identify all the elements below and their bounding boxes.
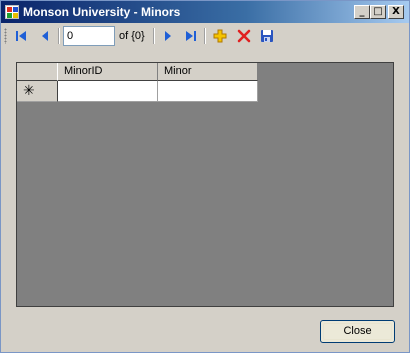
new-row-minor-id-cell[interactable]	[58, 81, 158, 102]
move-next-button[interactable]	[159, 27, 177, 45]
move-previous-button[interactable]	[36, 27, 54, 45]
move-last-button[interactable]	[182, 27, 200, 45]
toolbar-separator	[204, 28, 206, 44]
toolbar-separator	[153, 28, 155, 44]
add-new-button[interactable]	[211, 27, 229, 45]
close-button[interactable]: Close	[320, 320, 395, 343]
minimize-icon: _	[359, 6, 365, 17]
grid-corner-header[interactable]	[17, 63, 58, 81]
window-title: Monson University - Minors	[23, 5, 181, 19]
close-window-button[interactable]: X	[388, 5, 404, 19]
count-label: of {0}	[119, 30, 145, 42]
move-next-icon	[165, 31, 171, 41]
delete-button[interactable]	[235, 27, 253, 45]
app-window: Monson University - Minors _ □ X of {0}	[0, 0, 410, 353]
new-row-icon: ✳	[23, 82, 35, 98]
move-first-icon	[16, 31, 26, 41]
close-icon: X	[392, 6, 400, 17]
maximize-icon: □	[373, 6, 383, 17]
column-header-minor-id[interactable]: MinorID	[58, 63, 158, 81]
minimize-button[interactable]: _	[354, 5, 370, 19]
minors-data-grid[interactable]: MinorID Minor ✳	[16, 62, 394, 307]
position-input[interactable]	[63, 26, 115, 46]
move-last-icon	[186, 31, 196, 41]
binding-navigator-toolbar: of {0}	[2, 24, 408, 48]
new-row-minor-cell[interactable]	[158, 81, 258, 102]
move-previous-icon	[42, 31, 48, 41]
save-icon	[261, 30, 273, 42]
close-button-label: Close	[343, 325, 372, 337]
app-icon[interactable]	[5, 5, 19, 19]
toolbar-separator	[58, 28, 60, 44]
save-button[interactable]	[258, 27, 276, 45]
title-bar[interactable]: Monson University - Minors _ □ X	[1, 1, 409, 23]
toolbar-grip[interactable]	[4, 28, 7, 44]
column-header-minor[interactable]: Minor	[158, 63, 258, 81]
new-row-header[interactable]: ✳	[17, 81, 58, 102]
maximize-button[interactable]: □	[370, 5, 386, 19]
move-first-button[interactable]	[12, 27, 30, 45]
delete-icon	[237, 29, 251, 43]
add-new-icon	[213, 29, 227, 43]
